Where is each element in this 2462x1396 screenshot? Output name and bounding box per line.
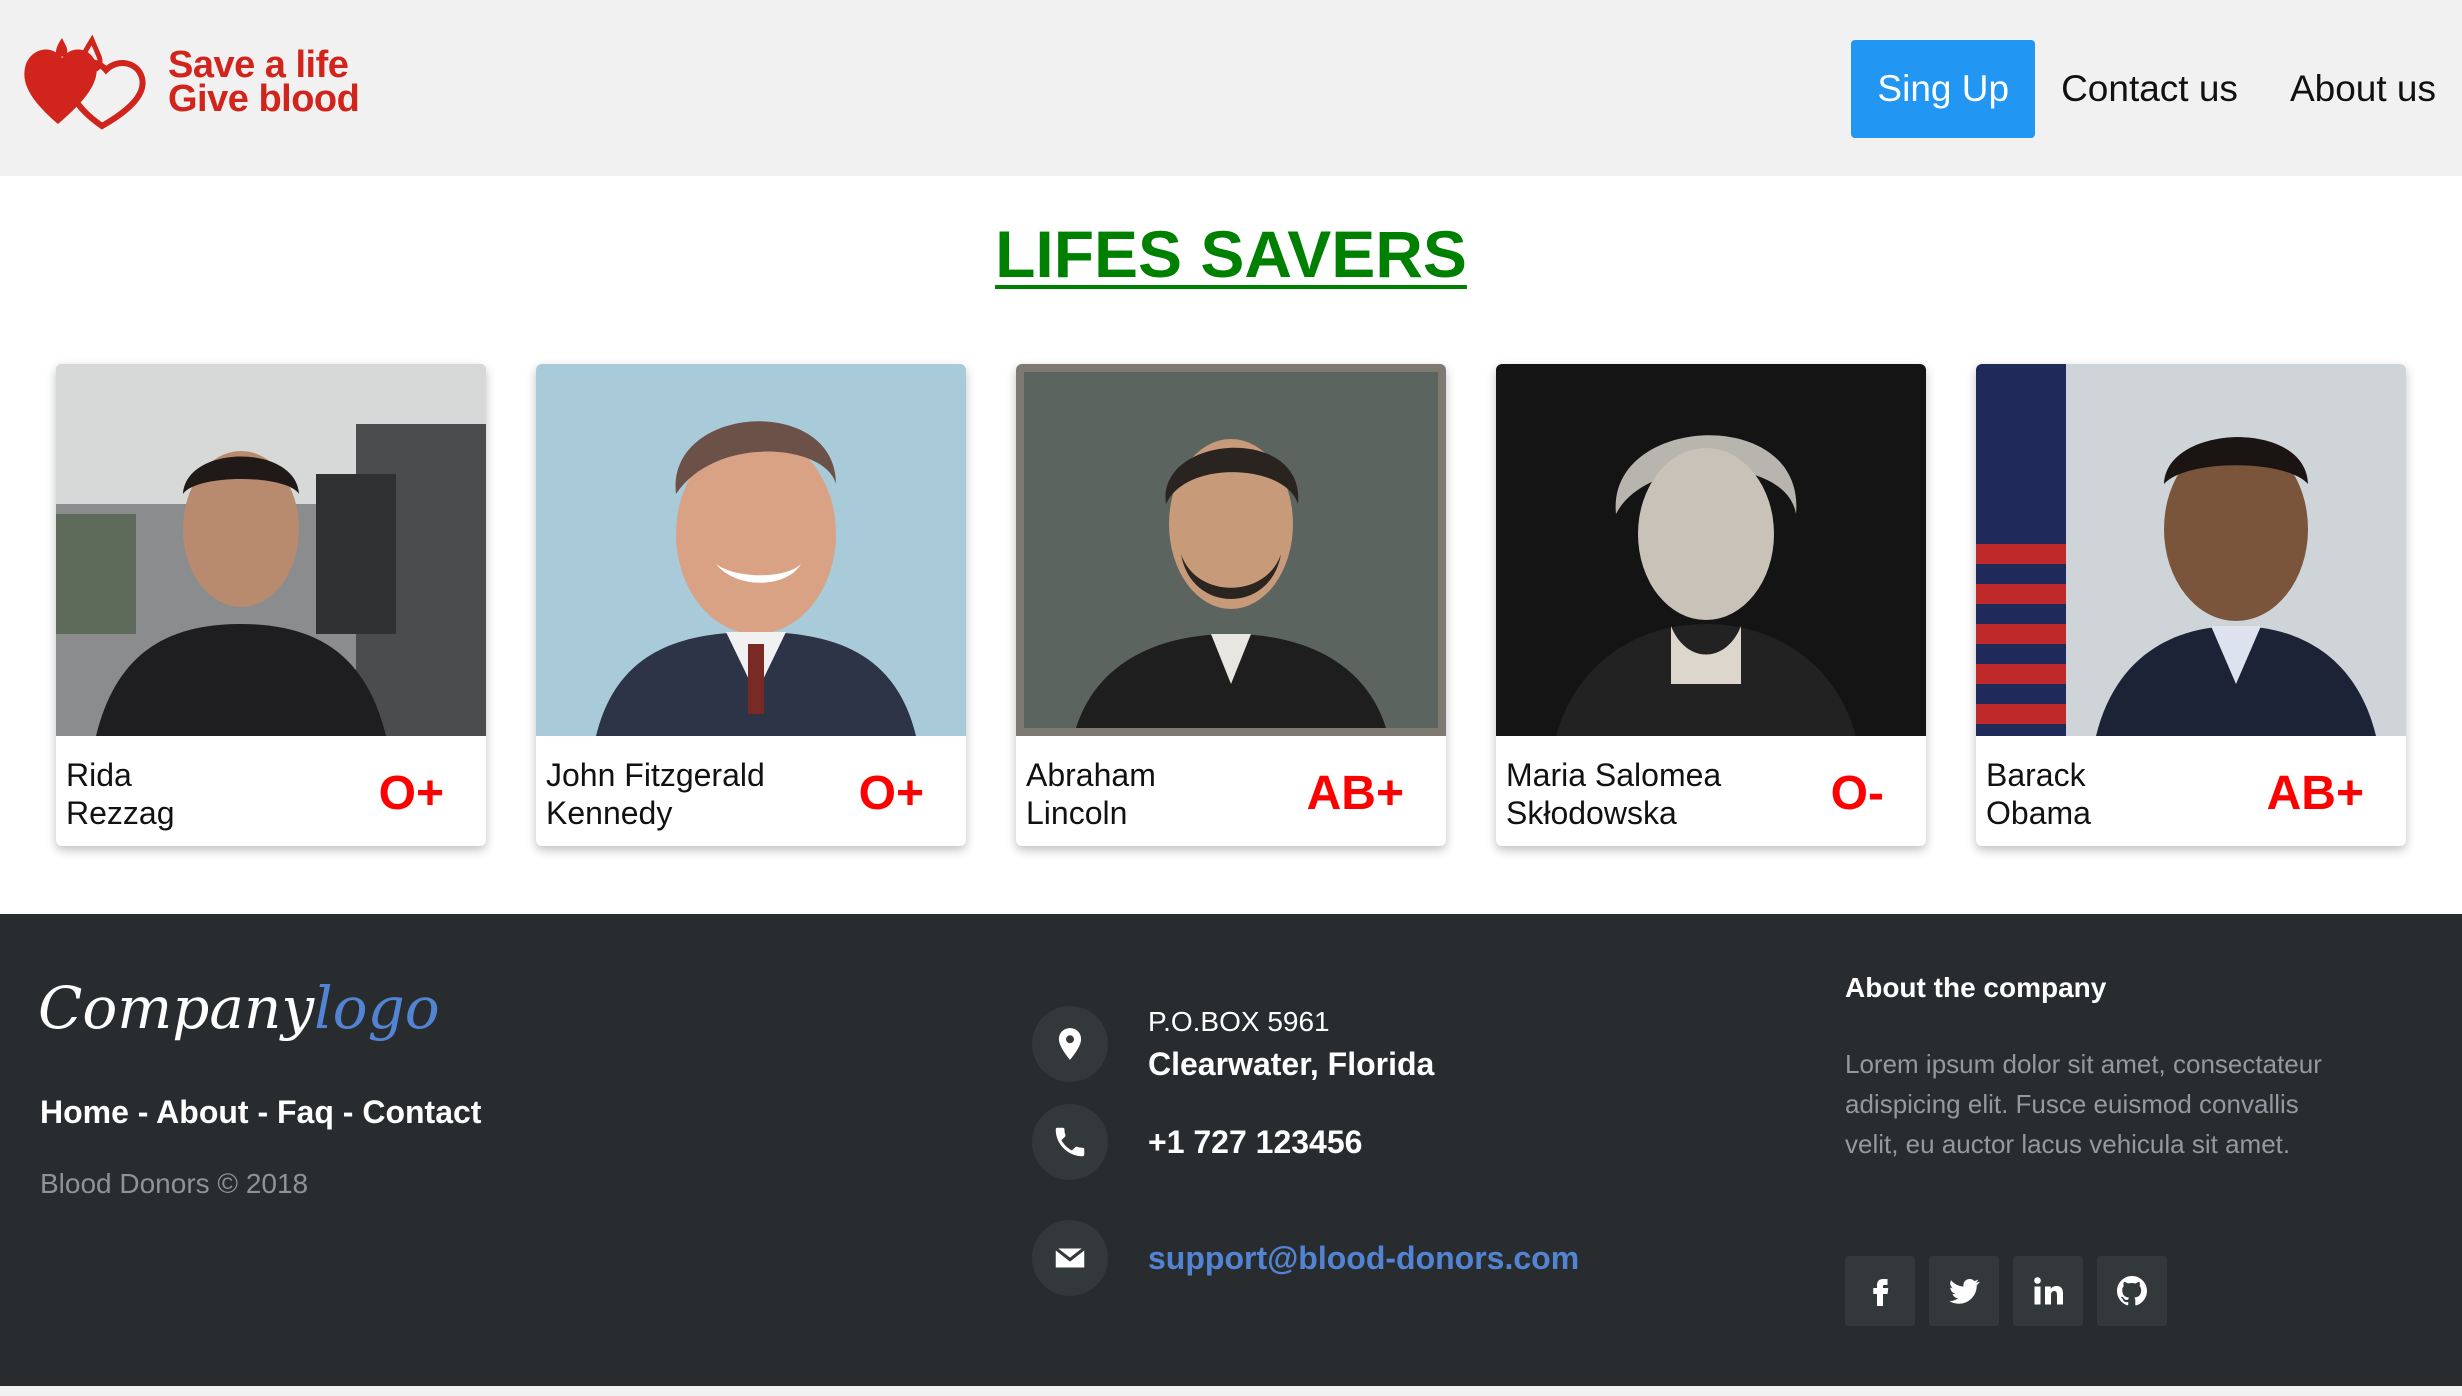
donor-card[interactable]: Barack Obama AB+ <box>1976 364 2406 846</box>
location-pin-icon <box>1032 1006 1108 1082</box>
footer-links: Home - About - Faq - Contact <box>40 1094 481 1131</box>
logo-line-2: Give blood <box>168 78 360 120</box>
donor-first-name: Barack <box>1986 757 2086 793</box>
address-line-2: Clearwater, Florida <box>1148 1046 1435 1082</box>
main-nav: Sing Up Contact us About us <box>1851 40 2462 138</box>
donor-photo <box>1496 364 1926 736</box>
linkedin-button[interactable] <box>2013 1256 2083 1326</box>
footer-link-about[interactable]: About <box>156 1094 248 1130</box>
site-footer: Companylogo Home - About - Faq - Contact… <box>0 914 2462 1386</box>
email-link[interactable]: support@blood-donors.com <box>1148 1240 1579 1276</box>
twitter-icon <box>1949 1278 1980 1304</box>
donor-info: John Fitzgerald Kennedy O+ <box>536 736 966 846</box>
donor-last-name: Kennedy <box>546 795 673 831</box>
about-company-title: About the company <box>1845 972 2107 1003</box>
facebook-icon <box>1873 1279 1889 1306</box>
social-links <box>1845 1256 2167 1326</box>
donor-first-name: Abraham <box>1026 757 1156 793</box>
donor-info: Abraham Lincoln AB+ <box>1016 736 1446 846</box>
donor-cards: Rida Rezzag O+ John Fitzgerald Kennedy O… <box>56 364 2406 846</box>
footer-link-contact[interactable]: Contact <box>362 1094 481 1130</box>
brand-main: Company <box>38 974 315 1042</box>
footer-link-home[interactable]: Home <box>40 1094 129 1130</box>
donor-name: Maria Salomea Skłodowska <box>1506 756 1766 832</box>
footer-link-faq[interactable]: Faq <box>277 1094 334 1130</box>
footer-brand[interactable]: Companylogo <box>38 974 440 1042</box>
donor-first-name: Maria Salomea <box>1506 757 1722 793</box>
donor-name: Abraham Lincoln <box>1026 756 1286 832</box>
blood-type: O+ <box>378 767 444 820</box>
twitter-button[interactable] <box>1929 1256 1999 1326</box>
logo-line-1: Save a life <box>168 44 349 86</box>
blood-type: AB+ <box>2266 767 2364 820</box>
donor-last-name: Lincoln <box>1026 795 1128 831</box>
donor-photo <box>536 364 966 736</box>
address-row: P.O.BOX 5961 Clearwater, Florida <box>1032 1002 1434 1086</box>
facebook-button[interactable] <box>1845 1256 1915 1326</box>
phone-text: +1 727 123456 <box>1148 1120 1362 1164</box>
donor-name: Barack Obama <box>1986 756 2246 832</box>
github-icon <box>2117 1276 2147 1306</box>
donor-last-name: Obama <box>1986 795 2091 831</box>
donor-photo <box>56 364 486 736</box>
blood-type: O- <box>1830 767 1884 820</box>
donor-name: Rida Rezzag <box>66 756 326 832</box>
donor-card[interactable]: Abraham Lincoln AB+ <box>1016 364 1446 846</box>
link-separator: - <box>128 1094 157 1130</box>
link-separator: - <box>333 1094 363 1130</box>
blood-type: AB+ <box>1306 767 1404 820</box>
blood-type: O+ <box>858 767 924 820</box>
heart-logo-icon <box>24 34 146 130</box>
donor-card[interactable]: Maria Salomea Skłodowska O- <box>1496 364 1926 846</box>
phone-icon <box>1032 1104 1108 1180</box>
copyright: Blood Donors © 2018 <box>40 1168 309 1199</box>
site-header: Save a life Give blood Sing Up Contact u… <box>0 0 2462 176</box>
signup-button[interactable]: Sing Up <box>1851 40 2036 138</box>
donor-first-name: Rida <box>66 757 132 793</box>
page-title-wrap: LIFES SAVERS <box>0 216 2462 292</box>
about-company-text: Lorem ipsum dolor sit amet, consectateur… <box>1845 1049 2322 1159</box>
donor-info: Rida Rezzag O+ <box>56 736 486 846</box>
donor-photo <box>1016 364 1446 736</box>
linkedin-icon <box>2034 1277 2063 1305</box>
contact-us-link[interactable]: Contact us <box>2035 40 2264 138</box>
envelope-icon <box>1032 1220 1108 1296</box>
site-logo[interactable]: Save a life Give blood <box>20 34 360 130</box>
donor-info: Barack Obama AB+ <box>1976 736 2406 846</box>
donor-photo <box>1976 364 2406 736</box>
address-line-1: P.O.BOX 5961 <box>1148 1006 1330 1037</box>
github-button[interactable] <box>2097 1256 2167 1326</box>
donor-last-name: Rezzag <box>66 795 175 831</box>
donor-card[interactable]: Rida Rezzag O+ <box>56 364 486 846</box>
page-title: LIFES SAVERS <box>995 217 1467 291</box>
link-separator: - <box>248 1094 277 1130</box>
brand-accent: logo <box>314 974 440 1042</box>
address-text: P.O.BOX 5961 Clearwater, Florida <box>1148 1002 1434 1086</box>
email-row: support@blood-donors.com <box>1032 1220 1579 1296</box>
donor-name: John Fitzgerald Kennedy <box>546 756 806 832</box>
donor-card[interactable]: John Fitzgerald Kennedy O+ <box>536 364 966 846</box>
donor-info: Maria Salomea Skłodowska O- <box>1496 736 1926 846</box>
email-text: support@blood-donors.com <box>1148 1240 1579 1277</box>
about-us-link[interactable]: About us <box>2264 40 2462 138</box>
logo-text: Save a life Give blood <box>168 44 360 120</box>
phone-row: +1 727 123456 <box>1032 1104 1362 1180</box>
phone-number[interactable]: +1 727 123456 <box>1148 1120 1362 1164</box>
donor-last-name: Skłodowska <box>1506 795 1677 831</box>
donor-first-name: John Fitzgerald <box>546 757 765 793</box>
footer-bottom-strip <box>0 1386 2462 1396</box>
